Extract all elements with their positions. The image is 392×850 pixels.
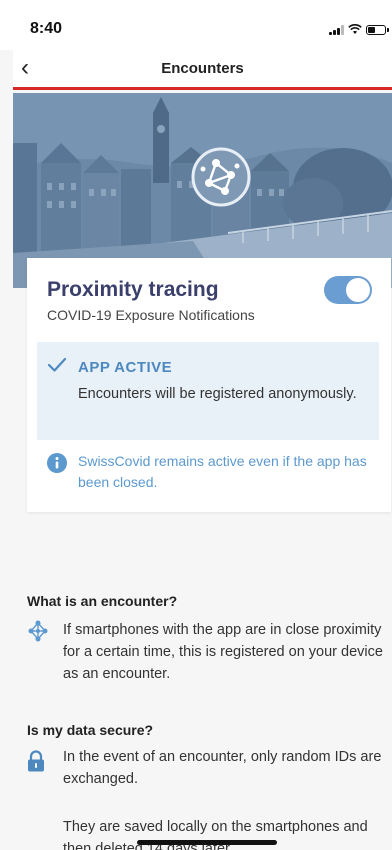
card-subtitle: COVID-19 Exposure Notifications [47,307,255,323]
status-icons [329,24,389,35]
lock-icon [28,750,44,772]
section-text-data-secure-1: In the event of an encounter, only rando… [63,749,382,787]
section-title-data-secure: Is my data secure? [27,722,154,738]
tracing-toggle[interactable] [324,276,372,304]
status-time: 8:40 [30,20,63,37]
check-icon [47,357,67,372]
active-title: APP ACTIVE [78,359,173,376]
home-indicator [137,840,277,845]
card-title: Proximity tracing [47,278,219,301]
signal-icon [329,24,344,35]
section-text-encounter: If smartphones with the app are in close… [63,622,383,682]
status-bar: 8:40 [0,0,392,50]
active-status-box: APP ACTIVE Encounters will be registered… [37,342,379,440]
network-icon [28,620,48,642]
page-title: Encounters [161,60,244,77]
toggle-knob [346,278,370,302]
battery-icon [366,24,389,35]
nav-bar: ‹ Encounters [13,50,392,90]
section-title-encounter: What is an encounter? [27,593,178,609]
active-text: Encounters will be registered anony­mous… [78,386,357,402]
info-icon [47,453,67,473]
info-text: SwissCovid remains active even if the ap… [78,453,367,490]
wifi-icon [348,24,362,34]
tracing-card: Proximity tracing COVID-19 Exposure Noti… [27,258,391,512]
